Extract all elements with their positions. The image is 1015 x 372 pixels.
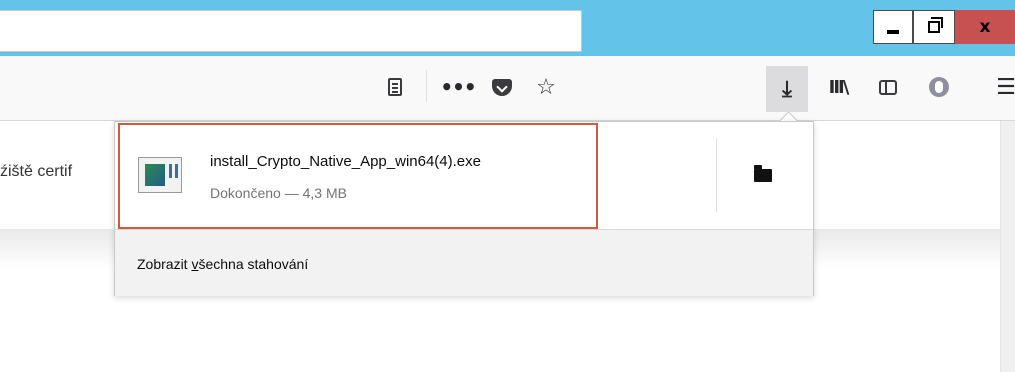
url-bar-separator <box>426 70 427 102</box>
show-all-downloads-label: Zobrazit všechna stahování <box>137 256 308 272</box>
main-menu-button[interactable]: ☰ <box>990 71 1015 103</box>
show-all-downloads-button[interactable]: Zobrazit všechna stahování <box>115 229 813 296</box>
show-in-folder-button[interactable] <box>752 163 774 185</box>
sidebar-icon <box>879 79 897 95</box>
reader-view-button[interactable] <box>379 71 411 103</box>
library-icon: III\ <box>828 76 850 98</box>
account-button[interactable] <box>923 71 955 103</box>
minimize-icon <box>887 30 899 34</box>
sidebar-button[interactable] <box>872 71 904 103</box>
restore-icon <box>928 17 943 33</box>
download-status: Dokončeno — 4,3 MB <box>210 185 347 201</box>
close-icon: x <box>979 17 991 37</box>
hamburger-menu-icon: ☰ <box>996 74 1015 100</box>
close-button[interactable]: x <box>955 10 1015 44</box>
page-partial-text: źiště certif <box>0 163 73 180</box>
folder-icon <box>754 165 772 182</box>
pocket-icon <box>492 78 512 96</box>
minimize-button[interactable] <box>873 10 913 44</box>
reader-view-icon <box>388 78 402 96</box>
more-actions-button[interactable]: ••• <box>440 71 476 103</box>
show-all-label-suffix: šechna stahování <box>198 256 309 272</box>
show-all-label-prefix: Zobrazit <box>137 256 192 272</box>
pocket-button[interactable] <box>486 71 518 103</box>
account-icon <box>929 77 949 97</box>
download-file-name: install_Crypto_Native_App_win64(4).exe <box>210 153 481 170</box>
library-button[interactable]: III\ <box>822 71 854 103</box>
download-icon: ⤓ <box>782 76 792 102</box>
page-scrollbar[interactable] <box>1000 121 1015 372</box>
bookmark-star-icon: ☆ <box>536 74 556 100</box>
download-item[interactable]: install_Crypto_Native_App_win64(4).exe D… <box>118 123 598 229</box>
downloads-button[interactable]: ⤓ <box>766 66 808 112</box>
more-actions-icon: ••• <box>440 75 476 99</box>
item-action-separator <box>716 138 717 212</box>
bookmark-button[interactable]: ☆ <box>530 71 562 103</box>
url-bar[interactable] <box>0 10 582 52</box>
restore-button[interactable] <box>913 10 955 44</box>
executable-file-icon <box>138 157 182 193</box>
